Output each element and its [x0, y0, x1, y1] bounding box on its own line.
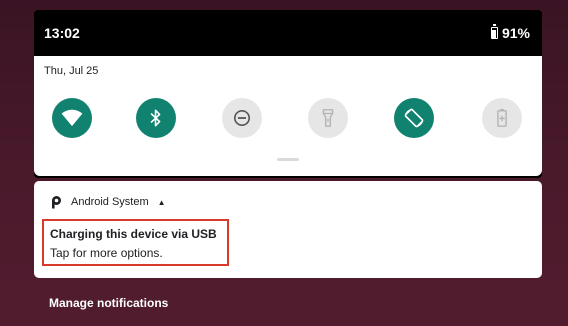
- app-name: Android System: [71, 196, 149, 208]
- flashlight-icon: [322, 109, 334, 127]
- chevron-up-icon[interactable]: ▲: [158, 198, 166, 207]
- qs-date: Thu, Jul 25: [44, 65, 99, 77]
- notification-text: Tap for more options.: [50, 246, 163, 260]
- battery-saver-icon: [497, 108, 507, 127]
- manage-notifications-button[interactable]: Manage notifications: [49, 296, 168, 310]
- battery-icon: [490, 24, 498, 39]
- tile-auto-rotate[interactable]: [394, 98, 434, 138]
- notification-title: Charging this device via USB: [50, 227, 217, 241]
- tile-bluetooth[interactable]: [136, 98, 176, 138]
- battery-percent: 91%: [501, 25, 530, 41]
- bluetooth-icon: [150, 109, 161, 127]
- android-system-icon: [52, 196, 61, 209]
- do-not-disturb-icon: [233, 109, 251, 127]
- wifi-icon: [61, 109, 83, 127]
- drag-handle[interactable]: [277, 158, 299, 161]
- tile-battery-saver[interactable]: [482, 98, 522, 138]
- quick-settings-panel: Thu, Jul 25: [34, 56, 542, 176]
- status-bar: 13:02 91%: [34, 10, 542, 56]
- status-time: 13:02: [44, 25, 80, 41]
- notification-header: Android System ▲: [50, 195, 166, 209]
- status-right: 91%: [490, 24, 530, 41]
- tile-wifi[interactable]: [52, 98, 92, 138]
- tile-do-not-disturb[interactable]: [222, 98, 262, 138]
- tile-flashlight[interactable]: [308, 98, 348, 138]
- auto-rotate-icon: [404, 108, 424, 128]
- notification-card[interactable]: Android System ▲ Charging this device vi…: [34, 181, 542, 278]
